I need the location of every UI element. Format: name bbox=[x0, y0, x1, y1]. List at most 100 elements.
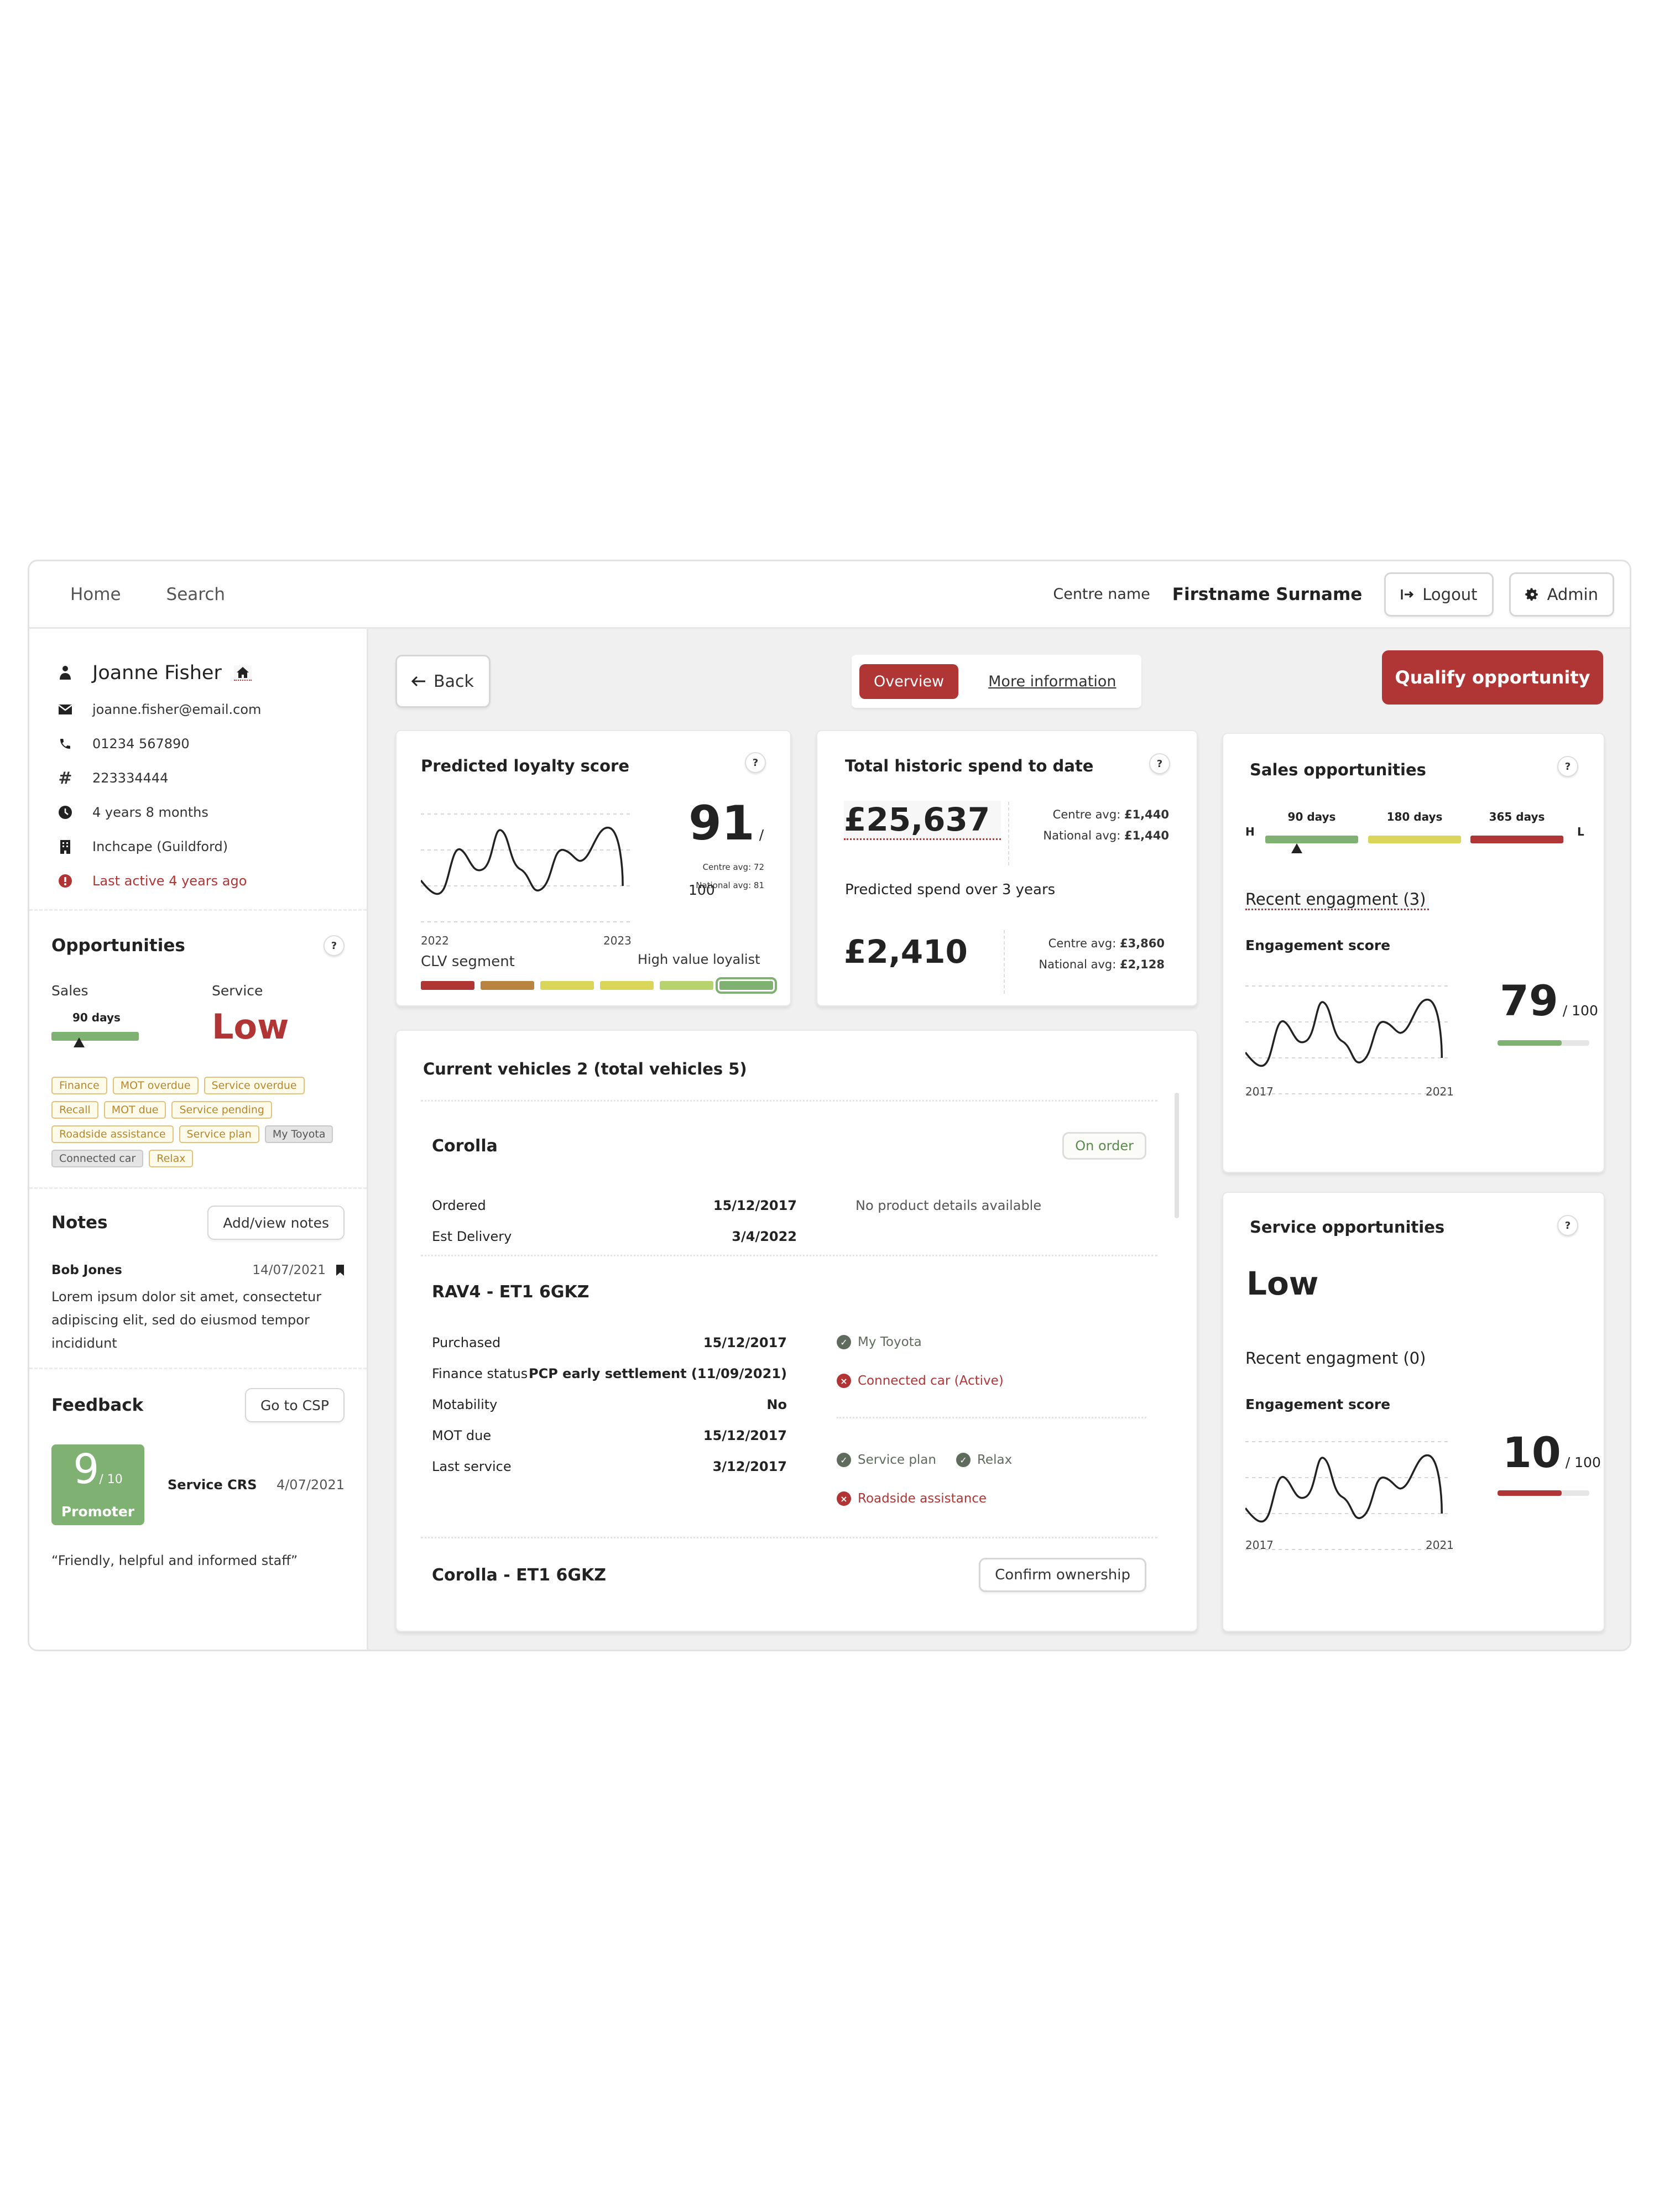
admin-button[interactable]: Admin bbox=[1509, 572, 1614, 617]
customer-name-row: Joanne Fisher bbox=[57, 654, 345, 692]
last-active-row: Last active 4 years ago bbox=[57, 864, 345, 898]
note-author: Bob Jones bbox=[51, 1263, 122, 1277]
sales-recent-engagement[interactable]: Recent engagment (3) bbox=[1245, 890, 1430, 910]
customer-id: 223334444 bbox=[92, 770, 169, 786]
opportunity-tag[interactable]: My Toyota bbox=[264, 1125, 333, 1143]
product-status: ✓ My Toyota bbox=[837, 1335, 922, 1349]
vehicles-scrollbar[interactable] bbox=[1175, 1093, 1179, 1218]
clv-segment-bar bbox=[540, 981, 594, 990]
spend-help-button[interactable]: ? bbox=[1149, 753, 1170, 774]
nps-category: Promoter bbox=[61, 1504, 135, 1520]
view-tabs: Overview More information bbox=[852, 655, 1141, 708]
sales-opportunities-title: Sales opportunities bbox=[1250, 760, 1426, 779]
person-icon bbox=[57, 666, 74, 680]
service-engagement-progress bbox=[1498, 1490, 1589, 1496]
sales-engagement-score-block: 79/ 100 bbox=[1500, 976, 1598, 1025]
opportunity-tag[interactable]: Connected car bbox=[51, 1150, 144, 1167]
opportunity-tag[interactable]: Relax bbox=[149, 1150, 194, 1167]
opportunity-tags: Finance MOT overdue Service overdue Recall M… bbox=[51, 1077, 339, 1167]
low-label: L bbox=[1577, 825, 1584, 838]
spend-centre-avg: £1,440 bbox=[1124, 808, 1169, 821]
historic-spend-card: Total historic spend to date ? £25,637 C… bbox=[816, 730, 1198, 1006]
qualify-opportunity-button[interactable]: Qualify opportunity bbox=[1382, 650, 1603, 705]
spend-divider bbox=[1008, 802, 1009, 865]
total-spend[interactable]: £25,637 bbox=[844, 801, 1001, 840]
sales-marker bbox=[74, 1037, 85, 1047]
tenure-row: 4 years 8 months bbox=[57, 795, 345, 830]
opportunity-tag[interactable]: Service pending bbox=[171, 1101, 272, 1119]
building-icon bbox=[57, 839, 74, 854]
vehicle-detail-row: Ordered 15/12/2017 bbox=[432, 1198, 797, 1213]
bookmark-icon[interactable] bbox=[336, 1264, 345, 1276]
back-button[interactable]: Back bbox=[395, 655, 491, 708]
clv-segment-bar bbox=[600, 981, 654, 990]
service-engagement-score: 10 bbox=[1503, 1428, 1561, 1477]
sales-engagement-sparkline bbox=[1245, 985, 1450, 1094]
clv-segment-bar bbox=[716, 977, 777, 994]
sales-engagement-progress bbox=[1498, 1040, 1589, 1046]
sales-x-start: 2017 bbox=[1245, 1085, 1274, 1098]
vehicle-detail-row: Motability No bbox=[432, 1397, 787, 1412]
predicted-loyalty-card: Predicted loyalty score ? 2022 2023 91/ … bbox=[395, 730, 791, 1006]
sparkline-path bbox=[1245, 999, 1443, 1067]
check-circle-icon: ✓ bbox=[837, 1335, 851, 1349]
no-products-text: No product details available bbox=[855, 1198, 1042, 1213]
confirm-ownership-button[interactable]: Confirm ownership bbox=[979, 1558, 1146, 1592]
opportunity-tag[interactable]: Finance bbox=[51, 1077, 107, 1094]
spend-national-avg: £1,440 bbox=[1124, 829, 1169, 842]
x-circle-icon: × bbox=[837, 1491, 851, 1506]
loyalty-title: Predicted loyalty score bbox=[421, 757, 629, 775]
service-help-button[interactable]: ? bbox=[1557, 1215, 1578, 1236]
high-label: H bbox=[1245, 825, 1255, 838]
nav-search[interactable]: Search bbox=[166, 585, 226, 604]
tab-more-information[interactable]: More information bbox=[988, 673, 1116, 690]
customer-email[interactable]: joanne.fisher@email.com bbox=[92, 702, 261, 717]
logout-button[interactable]: Logout bbox=[1384, 572, 1494, 617]
arrow-left-icon bbox=[411, 676, 425, 687]
opportunity-tag[interactable]: MOT due bbox=[103, 1101, 166, 1119]
loyalty-help-button[interactable]: ? bbox=[745, 752, 766, 773]
vehicles-title: Current vehicles 2 (total vehicles 5) bbox=[423, 1060, 747, 1078]
notes-title: Notes bbox=[51, 1213, 108, 1233]
loyalty-averages: Centre avg: 72 National avg: 81 bbox=[673, 858, 764, 895]
opportunity-tag[interactable]: Service plan bbox=[179, 1125, 259, 1143]
opportunity-tag[interactable]: Recall bbox=[51, 1101, 98, 1119]
loyalty-score: 91 bbox=[688, 796, 755, 851]
opportunity-tag[interactable]: Roadside assistance bbox=[51, 1125, 174, 1143]
add-view-notes-button[interactable]: Add/view notes bbox=[207, 1206, 345, 1240]
hash-icon: # bbox=[58, 768, 72, 788]
topbar-user-area: Centre name Firstname Surname Logout Adm… bbox=[1053, 572, 1614, 617]
go-to-csp-button[interactable]: Go to CSP bbox=[244, 1388, 345, 1422]
service-opportunity: Service Low bbox=[212, 983, 289, 1047]
product-status: × Roadside assistance bbox=[837, 1491, 987, 1506]
sparkline-path bbox=[421, 827, 624, 895]
predicted-averages: Centre avg: £3,860 National avg: £2,128 bbox=[1039, 937, 1165, 971]
service-label: Service bbox=[212, 983, 263, 999]
tab-overview[interactable]: Overview bbox=[859, 664, 959, 699]
nav-home[interactable]: Home bbox=[70, 585, 121, 604]
home-icon[interactable] bbox=[233, 665, 252, 681]
service-opportunity-level: Low bbox=[1246, 1265, 1319, 1302]
opportunity-tag[interactable]: MOT overdue bbox=[112, 1077, 199, 1094]
loyalty-national-avg: National avg: 81 bbox=[696, 880, 764, 890]
opportunities-help-button[interactable]: ? bbox=[324, 935, 345, 956]
loyalty-x-start: 2022 bbox=[421, 934, 449, 947]
feedback-title: Feedback bbox=[51, 1395, 144, 1415]
predicted-national-avg: £2,128 bbox=[1119, 958, 1165, 971]
opportunity-tag[interactable]: Service overdue bbox=[204, 1077, 305, 1094]
clv-segment-value: High value loyalist bbox=[638, 952, 760, 967]
predicted-divider bbox=[1004, 930, 1005, 994]
sales-engagement-progress-fill bbox=[1498, 1040, 1562, 1046]
vehicle-products: ✓ My Toyota × Connected car (Active) ✓ Serv… bbox=[837, 1323, 1146, 1518]
customer-name: Joanne Fisher bbox=[92, 662, 222, 684]
sales-help-button[interactable]: ? bbox=[1557, 756, 1578, 777]
range-bar-90 bbox=[1265, 836, 1358, 843]
last-active-status: Last active 4 years ago bbox=[92, 873, 247, 889]
gear-icon bbox=[1525, 588, 1538, 601]
predicted-centre-avg: £3,860 bbox=[1119, 937, 1165, 950]
sales-x-end: 2021 bbox=[1426, 1085, 1454, 1098]
check-circle-icon: ✓ bbox=[837, 1453, 851, 1467]
clv-segment-bar bbox=[481, 981, 534, 990]
service-recent-engagement: Recent engagment (0) bbox=[1245, 1349, 1426, 1368]
notes-section: Notes Add/view notes Bob Jones 14/07/202… bbox=[29, 1187, 367, 1368]
